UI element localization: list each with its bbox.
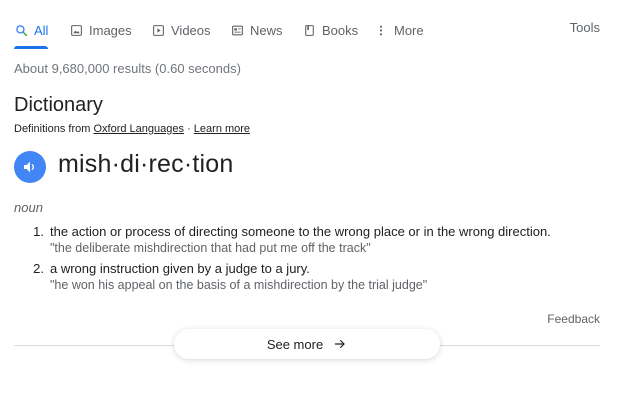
oxford-languages-link[interactable]: Oxford Languages: [93, 123, 184, 135]
tab-books[interactable]: Books: [302, 20, 358, 40]
arrow-right-icon: [333, 337, 347, 351]
definition-example: "he won his appeal on the basis of a mis…: [50, 278, 428, 292]
search-icon: [14, 23, 28, 37]
tab-images[interactable]: Images: [69, 20, 132, 40]
speaker-icon: [22, 159, 38, 175]
definitions-prefix: Definitions from: [14, 123, 91, 135]
see-more-label: See more: [266, 336, 324, 352]
book-icon: [302, 23, 316, 37]
tab-videos[interactable]: Videos: [151, 20, 211, 40]
definitions-source: Definitions from Oxford Languages · Lear…: [14, 123, 250, 135]
tab-label: News: [250, 22, 283, 38]
result-stats: About 9,680,000 results (0.60 seconds): [14, 61, 241, 76]
tab-more[interactable]: More: [374, 20, 424, 40]
tab-label: More: [394, 22, 424, 38]
tab-label: Books: [322, 22, 359, 38]
definition-text: the action or process of directing someo…: [50, 224, 551, 239]
see-more-button[interactable]: See more: [174, 329, 440, 359]
definition-text: a wrong instruction given by a judge to …: [50, 261, 310, 276]
tab-label: Images: [89, 22, 132, 38]
image-icon: [69, 23, 83, 37]
part-of-speech: noun: [14, 200, 43, 215]
more-vert-icon: [374, 23, 388, 37]
feedback-link[interactable]: Feedback: [547, 312, 600, 326]
tools-button[interactable]: Tools: [570, 20, 600, 35]
tab-news[interactable]: News: [230, 20, 283, 40]
definition-example: "the deliberate mishdirection that had p…: [50, 241, 371, 255]
separator-dot: ·: [187, 123, 191, 135]
play-icon: [151, 23, 165, 37]
learn-more-link[interactable]: Learn more: [194, 123, 250, 135]
tab-all[interactable]: All: [14, 20, 48, 40]
tab-label: Videos: [171, 22, 211, 38]
search-tabs: All Images Videos News Books More Tools: [0, 0, 640, 49]
active-tab-indicator: [14, 46, 48, 49]
definition-number: 2.: [33, 261, 44, 276]
pronunciation-button[interactable]: [14, 151, 46, 183]
newspaper-icon: [230, 23, 244, 37]
definition-number: 1.: [33, 224, 44, 239]
headword: mish·di·rec·tion: [58, 150, 234, 178]
tab-label: All: [34, 22, 49, 38]
dictionary-title: Dictionary: [14, 94, 103, 116]
